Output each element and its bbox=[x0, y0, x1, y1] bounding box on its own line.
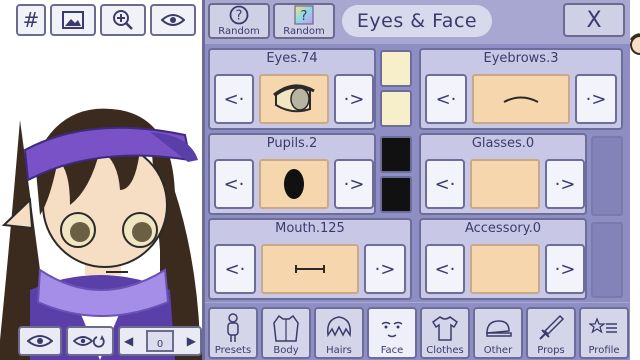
eyes-color-swatch-2[interactable] bbox=[380, 90, 412, 127]
eyebrows-next-button[interactable]: ·> bbox=[575, 74, 617, 124]
pupils-color-swatch-1[interactable] bbox=[380, 136, 412, 173]
tab-clothes-label: Clothes bbox=[426, 345, 464, 356]
eyes-card: Eyes.74 <· ·> bbox=[208, 48, 376, 130]
glasses-color-swatch[interactable] bbox=[591, 136, 623, 216]
random-label: Random bbox=[218, 26, 260, 37]
tab-profile[interactable]: Profile bbox=[579, 307, 629, 359]
svg-text:?: ? bbox=[301, 9, 308, 24]
mouth-card: Mouth.125 <· ·> bbox=[208, 218, 412, 300]
zoom-button[interactable] bbox=[100, 4, 146, 36]
mouth-title: Mouth.125 bbox=[275, 221, 345, 236]
face-icon bbox=[381, 321, 403, 338]
eyes-next-button[interactable]: ·> bbox=[334, 74, 374, 124]
eyes-color-swatch-1[interactable] bbox=[380, 50, 412, 87]
eyebrows-card: Eyebrows.3 <· ·> bbox=[419, 48, 623, 130]
tab-profile-label: Profile bbox=[588, 345, 620, 356]
glasses-preview bbox=[470, 159, 540, 209]
tab-body-label: Body bbox=[273, 345, 299, 356]
pupils-prev-button[interactable]: <· bbox=[214, 159, 254, 209]
grid-label: # bbox=[22, 8, 40, 32]
glasses-card: Glasses.0 <· ·> bbox=[419, 133, 587, 215]
pupils-card: Pupils.2 <· ·> bbox=[208, 133, 376, 215]
eye-refresh-icon bbox=[73, 335, 105, 348]
category-tabbar: Presets Body Hairs Face Clothes Other Pr… bbox=[205, 303, 633, 360]
pupil-shape-icon bbox=[284, 169, 304, 199]
panel-title: Eyes & Face bbox=[342, 5, 492, 37]
tab-hairs-label: Hairs bbox=[326, 345, 352, 356]
question-icon: ? bbox=[229, 5, 249, 25]
shirt-icon bbox=[432, 316, 458, 341]
pupils-preview bbox=[259, 159, 329, 209]
star-list-icon bbox=[589, 317, 617, 334]
hair-icon bbox=[326, 316, 352, 338]
eyes-face-panel: ? Random ? Random Eyes & Face X Eyes.74 … bbox=[202, 0, 633, 360]
mouth-preview bbox=[261, 244, 359, 294]
zoom-in-icon bbox=[113, 10, 133, 30]
mouth-next-button[interactable]: ·> bbox=[364, 244, 406, 294]
eyebrows-prev-button[interactable]: <· bbox=[425, 74, 467, 124]
accessory-prev-button[interactable]: <· bbox=[425, 244, 465, 294]
tab-hairs[interactable]: Hairs bbox=[314, 307, 364, 359]
tab-other[interactable]: Other bbox=[473, 307, 523, 359]
eyes-preview bbox=[259, 74, 329, 124]
cap-icon bbox=[486, 320, 512, 337]
mouth-prev-button[interactable]: <· bbox=[214, 244, 256, 294]
glasses-prev-button[interactable]: <· bbox=[425, 159, 465, 209]
character-figure bbox=[0, 108, 205, 360]
tab-other-label: Other bbox=[483, 345, 513, 356]
pupils-next-button[interactable]: ·> bbox=[334, 159, 374, 209]
pupils-title: Pupils.2 bbox=[266, 136, 318, 151]
grid-toggle-button[interactable]: # bbox=[16, 4, 46, 36]
random-button[interactable]: ? Random bbox=[208, 3, 270, 39]
glasses-title: Glasses.0 bbox=[471, 136, 535, 151]
reset-view-button[interactable] bbox=[66, 326, 114, 356]
color-question-icon: ? bbox=[294, 5, 314, 25]
jacket-icon bbox=[273, 314, 299, 342]
mini-avatar-icon[interactable] bbox=[630, 32, 640, 58]
eye-icon bbox=[161, 14, 185, 26]
tab-props[interactable]: Props bbox=[526, 307, 576, 359]
layer-box: 0 bbox=[146, 330, 174, 352]
tab-face-label: Face bbox=[380, 345, 404, 356]
close-icon: X bbox=[586, 7, 602, 33]
eye-icon bbox=[27, 335, 53, 347]
eyes-title: Eyes.74 bbox=[266, 51, 318, 66]
layer-prev-arrow[interactable]: ◀ bbox=[124, 334, 133, 348]
tab-presets[interactable]: Presets bbox=[208, 307, 258, 359]
accessory-preview bbox=[470, 244, 540, 294]
eyebrows-title: Eyebrows.3 bbox=[483, 51, 559, 66]
eyes-prev-button[interactable]: <· bbox=[214, 74, 254, 124]
toggle-view-button[interactable] bbox=[18, 326, 62, 356]
tab-clothes[interactable]: Clothes bbox=[420, 307, 470, 359]
right-edge-strip bbox=[630, 0, 640, 360]
accessory-card: Accessory.0 <· ·> bbox=[419, 218, 587, 300]
eye-shape-icon bbox=[273, 84, 315, 113]
eyebrow-shape-icon bbox=[503, 96, 539, 103]
random-color-button[interactable]: ? Random bbox=[273, 3, 335, 39]
tab-props-label: Props bbox=[537, 345, 565, 356]
background-button[interactable] bbox=[50, 4, 96, 36]
close-button[interactable]: X bbox=[563, 3, 625, 37]
layer-next-arrow[interactable]: ▶ bbox=[187, 334, 196, 348]
tab-presets-label: Presets bbox=[214, 345, 252, 356]
image-icon bbox=[62, 11, 84, 29]
sword-icon bbox=[539, 314, 565, 340]
options-grid: Eyes.74 <· ·> Eyebrows.3 <· ·> Pupils.2 … bbox=[205, 44, 633, 302]
accessory-next-button[interactable]: ·> bbox=[545, 244, 585, 294]
layer-selector[interactable]: ◀ 0 ▶ bbox=[118, 326, 202, 356]
character-preview[interactable] bbox=[0, 40, 205, 360]
svg-text:?: ? bbox=[236, 9, 243, 24]
visibility-button[interactable] bbox=[150, 4, 196, 36]
mannequin-icon bbox=[227, 313, 239, 342]
pupils-color-swatch-2[interactable] bbox=[380, 176, 412, 213]
eyebrows-preview bbox=[472, 74, 570, 124]
tab-body[interactable]: Body bbox=[261, 307, 311, 359]
mouth-shape-icon bbox=[295, 265, 325, 273]
glasses-next-button[interactable]: ·> bbox=[545, 159, 585, 209]
accessory-title: Accessory.0 bbox=[464, 221, 542, 236]
random2-label: Random bbox=[283, 26, 325, 37]
tab-face[interactable]: Face bbox=[367, 307, 417, 359]
layer-number: 0 bbox=[156, 339, 164, 350]
accessory-color-swatch[interactable] bbox=[591, 222, 623, 298]
